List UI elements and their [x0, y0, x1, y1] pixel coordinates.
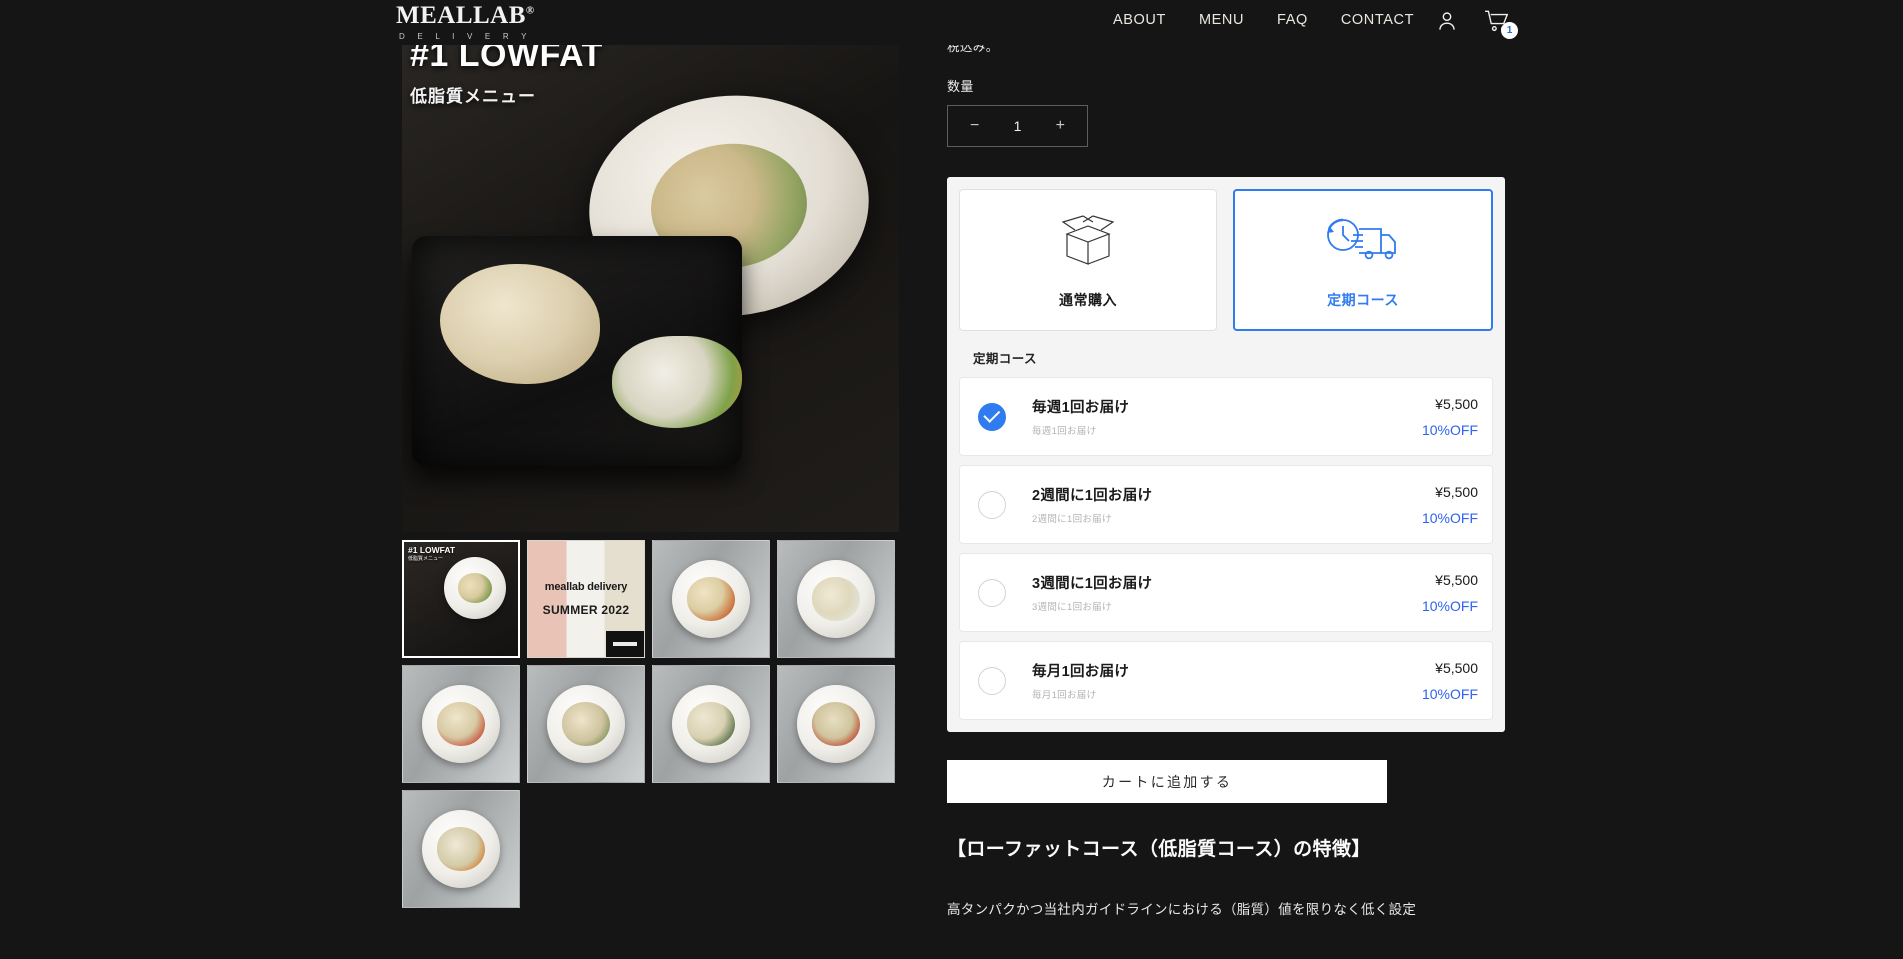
purchase-mode-subscription-icon-wrap — [1323, 210, 1403, 272]
product-detail-column: 税込み。 数量 − 1 + 通常購入 定期コース 定期コース 毎週1回お届け 毎… — [947, 36, 1505, 923]
thumbnail-2-logo-badge — [606, 631, 644, 657]
thumbnail-1[interactable]: #1 LOWFAT 低脂質メニュー — [402, 540, 520, 658]
logo-tagline: D E L I V E R Y — [398, 32, 532, 41]
plan-option-triweekly-discount: 10%OFF — [1421, 597, 1478, 614]
thumbnail-4-food — [812, 577, 860, 621]
purchase-mode-one-time-label: 通常購入 — [1059, 292, 1117, 308]
thumbnail-2[interactable]: meallab delivery SUMMER 2022 — [527, 540, 645, 658]
thumbnail-7[interactable] — [652, 665, 770, 783]
thumbnail-5[interactable] — [402, 665, 520, 783]
thumbnail-5-food — [437, 702, 485, 746]
hero-product-image[interactable]: #1 LOWFAT 低脂質メニュー — [402, 36, 899, 532]
thumbnail-2-brand-line1: meallab delivery — [544, 581, 628, 593]
thumbnail-strip: #1 LOWFAT 低脂質メニュー meallab delivery SUMME… — [402, 540, 902, 908]
cart-count-badge: 1 — [1501, 22, 1518, 39]
quantity-decrement-button[interactable]: − — [964, 114, 985, 138]
plan-option-weekly[interactable]: 毎週1回お届け 毎週1回お届け ¥5,500 10%OFF — [959, 377, 1493, 456]
account-button[interactable] — [1434, 8, 1460, 34]
purchase-options-panel: 通常購入 定期コース 定期コース 毎週1回お届け 毎週1回お届け ¥5,500 … — [947, 177, 1505, 732]
thumbnail-3[interactable] — [652, 540, 770, 658]
thumbnail-6[interactable] — [527, 665, 645, 783]
plan-option-weekly-radio[interactable] — [978, 402, 1006, 431]
plan-option-triweekly-radio[interactable] — [978, 578, 1006, 607]
thumbnail-8[interactable] — [777, 665, 895, 783]
purchase-mode-one-time-icon-wrap — [1055, 210, 1121, 272]
quantity-increment-button[interactable]: + — [1050, 114, 1071, 138]
thumbnail-7-food — [687, 702, 735, 746]
cart-button[interactable]: 1 — [1484, 8, 1518, 39]
plan-option-biweekly-radio[interactable] — [978, 490, 1006, 519]
plan-option-weekly-discount: 10%OFF — [1421, 421, 1478, 438]
quantity-label: 数量 — [947, 79, 974, 94]
thumbnail-1-title: #1 LOWFAT — [408, 545, 456, 555]
thumbnail-1-subtitle: 低脂質メニュー — [408, 556, 444, 563]
main-navigation: ABOUT MENU FAQ CONTACT — [1113, 12, 1414, 28]
quantity-value: 1 — [1013, 118, 1022, 134]
thumbnail-4[interactable] — [777, 540, 895, 658]
nav-item-faq[interactable]: FAQ — [1277, 12, 1308, 28]
plan-option-monthly-discount: 10%OFF — [1421, 685, 1478, 702]
thumbnail-6-food — [562, 702, 610, 746]
plan-option-triweekly[interactable]: 3週間に1回お届け 3週間に1回お届け ¥5,500 10%OFF — [959, 553, 1493, 632]
thumbnail-3-food — [687, 577, 735, 621]
plan-option-weekly-price: ¥5,500 — [1435, 395, 1478, 412]
open-box-icon — [1061, 215, 1115, 265]
nav-item-contact[interactable]: CONTACT — [1341, 12, 1414, 28]
product-page: MEALLAB® D E L I V E R Y ABOUT MENU FAQ … — [0, 0, 1903, 959]
registered-trademark-icon: ® — [525, 4, 535, 17]
plan-option-biweekly-discount: 10%OFF — [1421, 509, 1478, 526]
purchase-mode-subscription[interactable]: 定期コース — [1233, 189, 1493, 331]
plan-option-monthly-radio[interactable] — [978, 666, 1006, 695]
add-to-cart-button[interactable]: カートに追加する — [947, 760, 1387, 803]
thumbnail-9[interactable] — [402, 790, 520, 908]
nav-item-about[interactable]: ABOUT — [1113, 12, 1166, 28]
thumbnail-8-food — [812, 702, 860, 746]
plan-option-weekly-desc: 毎週1回お届け — [1032, 426, 1097, 437]
plan-option-triweekly-pricing: ¥5,500 10%OFF — [1422, 572, 1478, 614]
feature-body-text: 高タンパクかつ当社内ガイドラインにおける（脂質）値を限りなく低く設定 — [947, 902, 1417, 917]
plan-option-monthly-name: 毎月1回お届け — [1032, 664, 1130, 680]
site-logo[interactable]: MEALLAB® D E L I V E R Y — [396, 3, 535, 41]
logo-wordmark: MEALLAB® — [396, 3, 535, 28]
plan-option-monthly-desc: 毎月1回お届け — [1032, 690, 1097, 701]
hero-caption: #1 LOWFAT 低脂質メニュー — [410, 37, 603, 107]
plan-option-monthly-text: 毎月1回お届け 毎月1回お届け — [1032, 660, 1422, 701]
logo-text: MEALLAB — [396, 2, 526, 29]
thumbnail-9-food — [437, 827, 485, 871]
plan-option-triweekly-name: 3週間に1回お届け — [1032, 576, 1153, 592]
header-icon-group: 1 — [1434, 8, 1518, 39]
thumbnail-1-caption: #1 LOWFAT 低脂質メニュー — [408, 545, 455, 562]
clock-delivery-truck-icon — [1327, 218, 1396, 260]
plan-option-biweekly-pricing: ¥5,500 10%OFF — [1422, 484, 1478, 526]
person-icon — [1439, 12, 1455, 30]
plan-option-biweekly-desc: 2週間に1回お届け — [1032, 514, 1112, 525]
nav-item-menu[interactable]: MENU — [1199, 12, 1244, 28]
plan-option-triweekly-desc: 3週間に1回お届け — [1032, 602, 1112, 613]
purchase-mode-one-time[interactable]: 通常購入 — [959, 189, 1217, 331]
site-header: MEALLAB® D E L I V E R Y ABOUT MENU FAQ … — [0, 0, 1903, 45]
product-gallery: #1 LOWFAT 低脂質メニュー #1 LOWFAT 低脂質メニュー meal… — [402, 36, 899, 908]
plan-option-weekly-name: 毎週1回お届け — [1032, 400, 1130, 416]
plan-option-biweekly-name: 2週間に1回お届け — [1032, 488, 1153, 504]
plan-option-monthly[interactable]: 毎月1回お届け 毎月1回お届け ¥5,500 10%OFF — [959, 641, 1493, 720]
quantity-stepper[interactable]: − 1 + — [947, 105, 1088, 147]
plan-option-triweekly-price: ¥5,500 — [1435, 571, 1478, 588]
thumbnail-1-food — [457, 572, 492, 603]
plan-list: 毎週1回お届け 毎週1回お届け ¥5,500 10%OFF 2週間に1回お届け … — [959, 377, 1493, 720]
plan-option-weekly-pricing: ¥5,500 10%OFF — [1422, 396, 1478, 438]
plan-option-weekly-text: 毎週1回お届け 毎週1回お届け — [1032, 396, 1422, 437]
hero-subtitle: 低脂質メニュー — [410, 86, 536, 106]
plan-option-biweekly[interactable]: 2週間に1回お届け 2週間に1回お届け ¥5,500 10%OFF — [959, 465, 1493, 544]
plan-section-title: 定期コース — [973, 352, 1037, 366]
thumbnail-2-brand-line2: SUMMER 2022 — [542, 603, 630, 617]
purchase-mode-row: 通常購入 定期コース — [959, 189, 1493, 331]
plan-option-biweekly-price: ¥5,500 — [1435, 483, 1478, 500]
feature-heading: 【ローファットコース（低脂質コース）の特徴】 — [947, 839, 1371, 860]
plan-option-monthly-pricing: ¥5,500 10%OFF — [1422, 660, 1478, 702]
plan-option-monthly-price: ¥5,500 — [1435, 659, 1478, 676]
plan-option-biweekly-text: 2週間に1回お届け 2週間に1回お届け — [1032, 484, 1422, 525]
plan-option-triweekly-text: 3週間に1回お届け 3週間に1回お届け — [1032, 572, 1422, 613]
purchase-mode-subscription-label: 定期コース — [1327, 292, 1399, 308]
